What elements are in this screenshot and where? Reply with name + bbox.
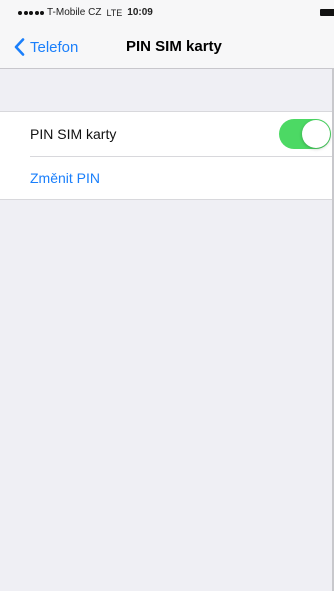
pin-sim-row: PIN SIM karty xyxy=(0,112,334,156)
battery-icon xyxy=(320,9,334,16)
change-pin-row[interactable]: Změnit PIN xyxy=(0,156,334,200)
pin-sim-label: PIN SIM karty xyxy=(30,126,117,142)
carrier-name: T-Mobile CZ xyxy=(47,7,102,18)
change-pin-link[interactable]: Změnit PIN xyxy=(30,170,100,186)
chevron-left-icon xyxy=(14,38,25,56)
settings-group: PIN SIM karty Změnit PIN xyxy=(0,111,334,200)
clock: 10:09 xyxy=(127,7,153,18)
navigation-bar: Telefon PIN SIM karty xyxy=(0,25,334,69)
network-type: LTE xyxy=(106,7,123,18)
page-title: PIN SIM karty xyxy=(126,38,222,55)
toggle-knob xyxy=(302,120,330,148)
status-bar: T-Mobile CZ LTE 10:09 xyxy=(0,0,334,25)
signal-strength-icon xyxy=(18,10,44,15)
back-label: Telefon xyxy=(30,38,79,56)
screen: T-Mobile CZ LTE 10:09 Telefon PIN SIM ka… xyxy=(0,0,334,591)
pin-sim-toggle[interactable] xyxy=(279,119,331,149)
back-button[interactable]: Telefon xyxy=(14,36,78,58)
